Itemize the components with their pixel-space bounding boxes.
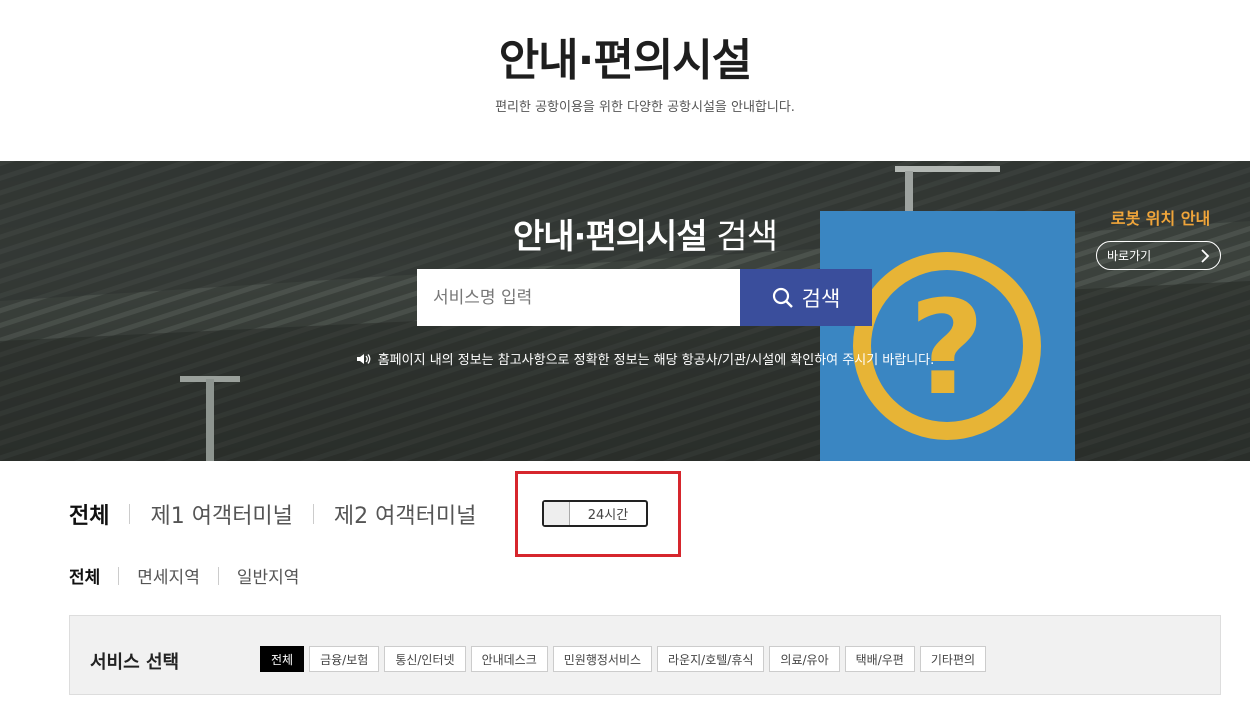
search-button[interactable]: 검색 (740, 269, 872, 326)
chevron-right-icon (1201, 248, 1210, 263)
service-chip-delivery[interactable]: 택배/우편 (844, 646, 915, 672)
divider (129, 504, 131, 524)
tab-terminal-1[interactable]: 제1 여객터미널 (150, 498, 292, 530)
service-chip-list: 전체 금융/보험 통신/인터넷 안내데스크 민원행정서비스 라운지/호텔/휴식 … (260, 646, 987, 672)
service-chip-finance[interactable]: 금융/보험 (309, 646, 380, 672)
service-chip-telecom[interactable]: 통신/인터넷 (384, 646, 466, 672)
terminal-tabs: 전체 제1 여객터미널 제2 여객터미널 (69, 498, 476, 530)
toggle-knob (544, 502, 570, 525)
divider (217, 566, 219, 585)
page-subtitle: 편리한 공항이용을 위한 다양한 공항시설을 안내합니다. (495, 100, 795, 115)
search-button-label: 검색 (801, 286, 841, 311)
robot-shortcut-label: 바로가기 (1107, 249, 1152, 263)
notice-text: 홈페이지 내의 정보는 참고사항으로 정확한 정보는 해당 항공사/기관/시설에… (377, 353, 935, 368)
notice: 홈페이지 내의 정보는 참고사항으로 정확한 정보는 해당 항공사/기관/시설에… (0, 349, 1250, 368)
tab-terminal-all[interactable]: 전체 (69, 498, 109, 530)
hero-title: 안내·편의시설 검색 (0, 209, 1250, 258)
tab-area-duty-free[interactable]: 면세지역 (137, 563, 200, 588)
service-chip-all[interactable]: 전체 (260, 646, 305, 672)
divider (118, 566, 120, 585)
hero-title-light: 검색 (706, 217, 778, 257)
divider (312, 504, 314, 524)
toggle-label: 24시간 (587, 508, 629, 523)
service-chip-info-desk[interactable]: 안내데스크 (470, 646, 548, 672)
robot-location-title: 로봇 위치 안내 (1110, 209, 1211, 228)
service-search-input[interactable] (417, 269, 740, 326)
24h-toggle[interactable]: 24시간 (542, 500, 648, 527)
speaker-icon (356, 353, 371, 364)
tab-area-general[interactable]: 일반지역 (237, 563, 300, 588)
robot-shortcut-button[interactable]: 바로가기 (1096, 241, 1221, 270)
svg-text:?: ? (909, 272, 984, 424)
tab-terminal-2[interactable]: 제2 여객터미널 (334, 498, 476, 530)
hero-title-bold: 안내·편의시설 (513, 217, 708, 257)
service-chip-medical[interactable]: 의료/유아 (769, 646, 840, 672)
service-filter-panel: 서비스 선택 전체 금융/보험 통신/인터넷 안내데스크 민원행정서비스 라운지… (69, 615, 1221, 695)
service-chip-civil-service[interactable]: 민원행정서비스 (552, 646, 653, 672)
area-tabs: 전체 면세지역 일반지역 (69, 563, 299, 588)
service-select-label: 서비스 선택 (90, 652, 180, 673)
service-chip-lounge[interactable]: 라운지/호텔/휴식 (657, 646, 765, 672)
page-title: 안내·편의시설 (498, 35, 753, 86)
service-chip-other[interactable]: 기타편의 (919, 646, 987, 672)
search-icon (772, 287, 793, 308)
tab-area-all[interactable]: 전체 (69, 563, 100, 588)
hero-banner: ? 안내·편의시설 검색 검색 홈페이지 내의 정보는 참고사항으로 정확한 정… (0, 161, 1250, 461)
